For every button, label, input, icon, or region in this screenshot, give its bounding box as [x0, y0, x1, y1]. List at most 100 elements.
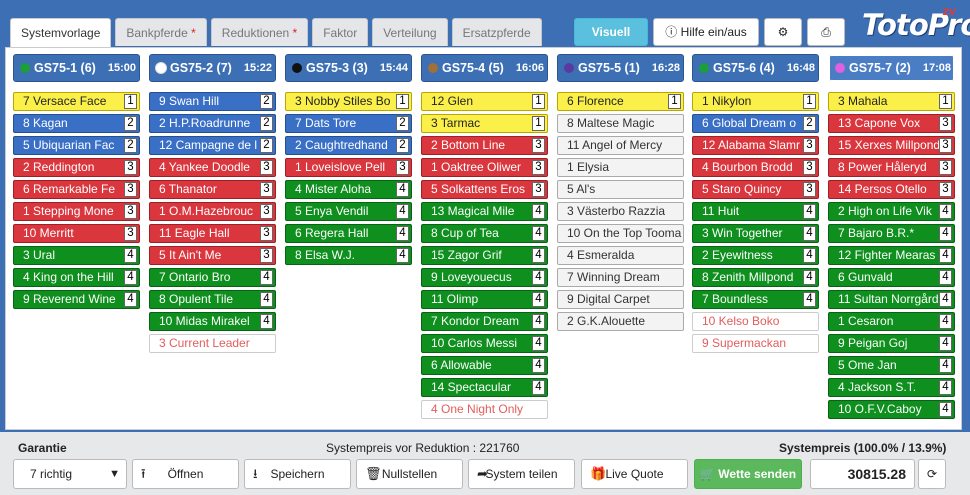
horse-item[interactable]: 12 Campagne de l2: [149, 136, 276, 155]
horse-item[interactable]: 15 Xerxes Millpond 3: [828, 136, 955, 155]
race-header[interactable]: GS75-4 (5) 16:06: [421, 54, 548, 82]
settings-button[interactable]: ⚙: [764, 18, 802, 46]
horse-item[interactable]: 8 Kagan 2: [13, 114, 140, 133]
horse-item[interactable]: 8 Power Håleryd 3: [828, 158, 955, 177]
help-toggle-button[interactable]: ⓘ Hilfe ein/aus: [653, 18, 759, 46]
horse-item[interactable]: 8 Zenith Millpond 4: [692, 268, 819, 287]
horse-item[interactable]: 5 Enya Vendil 4: [285, 202, 412, 221]
horse-item[interactable]: 11 Huit 4: [692, 202, 819, 221]
horse-item[interactable]: 11 Sultan Norrgård 4: [828, 290, 955, 309]
horse-item[interactable]: 4 Yankee Doodle 3: [149, 158, 276, 177]
reset-button[interactable]: 🗑 Nullstellen: [356, 459, 463, 489]
horse-item[interactable]: 4 One Night Only: [421, 400, 548, 419]
tab-systemvorlage[interactable]: Systemvorlage: [10, 18, 112, 48]
horse-item[interactable]: 4 Jackson S.T. 4: [828, 378, 955, 397]
horse-item[interactable]: 15 Zagor Grif 4: [421, 246, 548, 265]
horse-item[interactable]: 4 Mister Aloha 4: [285, 180, 412, 199]
horse-item[interactable]: 2 Bottom Line 3: [421, 136, 548, 155]
horse-item[interactable]: 10 O.F.V.Caboy 4: [828, 400, 955, 419]
horse-item[interactable]: 14 Spectacular 4: [421, 378, 548, 397]
horse-item[interactable]: 10 On the Top Tooma: [557, 224, 684, 243]
race-header[interactable]: GS75-1 (6) 15:00: [13, 54, 140, 82]
horse-item[interactable]: 6 Gunvald 4: [828, 268, 955, 287]
horse-item[interactable]: 1 Nikylon 1: [692, 92, 819, 111]
horse-item[interactable]: 2 H.P.Roadrunne 2: [149, 114, 276, 133]
horse-item[interactable]: 5 Staro Quincy 3: [692, 180, 819, 199]
race-header[interactable]: GS75-2 (7) 15:22: [149, 54, 276, 82]
race-header[interactable]: GS75-3 (3) 15:44: [285, 54, 412, 82]
horse-item[interactable]: 9 Peigan Goj 4: [828, 334, 955, 353]
horse-item[interactable]: 2 High on Life Vik 4: [828, 202, 955, 221]
horse-item[interactable]: 4 Esmeralda: [557, 246, 684, 265]
horse-item[interactable]: 10 Midas Mirakel 4: [149, 312, 276, 331]
horse-item[interactable]: 6 Thanator 3: [149, 180, 276, 199]
horse-item[interactable]: 6 Allowable 4: [421, 356, 548, 375]
visuell-button[interactable]: Visuell: [574, 18, 648, 46]
horse-item[interactable]: 7 Winning Dream: [557, 268, 684, 287]
horse-item[interactable]: 9 Supermackan: [692, 334, 819, 353]
horse-item[interactable]: 6 Remarkable Fe 3: [13, 180, 140, 199]
horse-item[interactable]: 4 King on the Hill 4: [13, 268, 140, 287]
tab-ersatzpferde[interactable]: Ersatzpferde: [451, 18, 542, 46]
horse-item[interactable]: 8 Maltese Magic: [557, 114, 684, 133]
horse-item[interactable]: 10 Kelso Boko: [692, 312, 819, 331]
horse-item[interactable]: 3 Ural 4: [13, 246, 140, 265]
open-button[interactable]: ⭱ Öffnen: [132, 459, 239, 489]
horse-item[interactable]: 5 Solkattens Eros 3: [421, 180, 548, 199]
horse-item[interactable]: 4 Bourbon Brodd 3: [692, 158, 819, 177]
horse-item[interactable]: 11 Olimp 4: [421, 290, 548, 309]
race-header[interactable]: GS75-7 (2) 17:08: [828, 54, 955, 82]
horse-item[interactable]: 7 Ontario Bro 4: [149, 268, 276, 287]
horse-item[interactable]: 3 Mahala 1: [828, 92, 955, 111]
horse-item[interactable]: 11 Angel of Mercy: [557, 136, 684, 155]
share-button[interactable]: ➦ System teilen: [468, 459, 575, 489]
horse-item[interactable]: 7 Bajaro B.R.* 4: [828, 224, 955, 243]
horse-item[interactable]: 8 Elsa W.J. 4: [285, 246, 412, 265]
horse-item[interactable]: 3 Win Together 4: [692, 224, 819, 243]
horse-item[interactable]: 3 Västerbo Razzia: [557, 202, 684, 221]
horse-item[interactable]: 6 Regera Hall 4: [285, 224, 412, 243]
horse-item[interactable]: 13 Magical Mile 4: [421, 202, 548, 221]
horse-item[interactable]: 12 Fighter Mearas 4: [828, 246, 955, 265]
horse-item[interactable]: 3 Nobby Stiles Bo 1: [285, 92, 412, 111]
tab-bankpferde[interactable]: Bankpferde *: [115, 18, 207, 46]
horse-item[interactable]: 9 Reverend Wine 4: [13, 290, 140, 309]
horse-item[interactable]: 7 Kondor Dream 4: [421, 312, 548, 331]
horse-item[interactable]: 3 Current Leader: [149, 334, 276, 353]
live-quote-button[interactable]: 🎁 Live Quote: [581, 459, 688, 489]
horse-item[interactable]: 11 Eagle Hall 3: [149, 224, 276, 243]
race-header[interactable]: GS75-6 (4) 16:48: [692, 54, 819, 82]
horse-item[interactable]: 7 Boundless 4: [692, 290, 819, 309]
horse-item[interactable]: 7 Versace Face 1: [13, 92, 140, 111]
horse-item[interactable]: 12 Alabama Slamr 3: [692, 136, 819, 155]
refresh-button[interactable]: ⟳: [918, 459, 946, 489]
horse-item[interactable]: 9 Loveyouecus 4: [421, 268, 548, 287]
horse-item[interactable]: 10 Carlos Messi 4: [421, 334, 548, 353]
horse-item[interactable]: 1 Cesaron 4: [828, 312, 955, 331]
save-button[interactable]: ⭳ Speichern: [244, 459, 351, 489]
horse-item[interactable]: 8 Cup of Tea 4: [421, 224, 548, 243]
horse-item[interactable]: 2 G.K.Alouette: [557, 312, 684, 331]
horse-item[interactable]: 1 Oaktree Oliwer 3: [421, 158, 548, 177]
horse-item[interactable]: 12 Glen 1: [421, 92, 548, 111]
send-bet-button[interactable]: 🛒 Wette senden: [694, 459, 802, 489]
horse-item[interactable]: 1 O.M.Hazebrouc 3: [149, 202, 276, 221]
horse-item[interactable]: 9 Swan Hill 2: [149, 92, 276, 111]
horse-item[interactable]: 5 Ome Jan 4: [828, 356, 955, 375]
horse-item[interactable]: 1 Stepping Mone 3: [13, 202, 140, 221]
horse-item[interactable]: 2 Caughtredhand 2: [285, 136, 412, 155]
garantie-select[interactable]: 7 richtig ▼: [13, 459, 127, 489]
horse-item[interactable]: 9 Digital Carpet: [557, 290, 684, 309]
horse-item[interactable]: 6 Florence 1: [557, 92, 684, 111]
horse-item[interactable]: 10 Merritt 3: [13, 224, 140, 243]
horse-item[interactable]: 6 Global Dream o 2: [692, 114, 819, 133]
horse-item[interactable]: 2 Eyewitness 4: [692, 246, 819, 265]
horse-item[interactable]: 7 Dats Tore 2: [285, 114, 412, 133]
horse-item[interactable]: 2 Reddington 3: [13, 158, 140, 177]
horse-item[interactable]: 13 Capone Vox 3: [828, 114, 955, 133]
horse-item[interactable]: 5 Ubiquarian Fac 2: [13, 136, 140, 155]
horse-item[interactable]: 1 Elysia: [557, 158, 684, 177]
horse-item[interactable]: 5 Al's: [557, 180, 684, 199]
print-button[interactable]: ⎙: [807, 18, 845, 46]
horse-item[interactable]: 14 Persos Otello 3: [828, 180, 955, 199]
